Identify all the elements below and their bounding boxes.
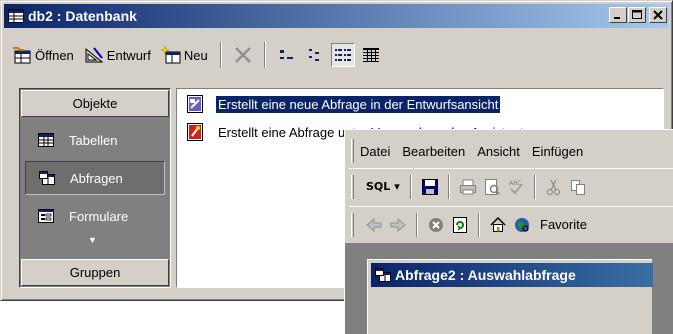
object-item-label: Abfragen <box>70 170 123 186</box>
toolbar-grip[interactable] <box>351 174 354 199</box>
list-view-icon <box>334 49 351 61</box>
new-button[interactable]: Neu <box>158 44 211 66</box>
cut-button[interactable] <box>544 177 564 197</box>
minimize-button[interactable] <box>609 7 627 23</box>
forward-button[interactable] <box>388 215 408 235</box>
object-item-forms[interactable]: Formulare <box>25 199 165 233</box>
form-icon <box>37 208 55 224</box>
save-icon <box>421 178 438 195</box>
mdi-client-area: Abfrage2 : Auswahlabfrage <box>345 243 673 334</box>
print-button[interactable] <box>458 177 478 197</box>
objects-header-label: Objekte <box>72 96 118 111</box>
web-toolbar: Favorite <box>349 206 673 242</box>
close-icon <box>653 10 663 20</box>
list-view-button[interactable] <box>330 43 355 67</box>
refresh-button[interactable] <box>450 215 470 235</box>
spelling-icon: ABC <box>509 180 523 195</box>
design-label: Entwurf <box>106 47 151 63</box>
db-titlebar[interactable]: db2 : Datenbank <box>4 4 669 28</box>
delete-button[interactable] <box>231 43 255 67</box>
query-toolbar: SQL ▾ ABC <box>349 168 673 204</box>
back-arrow-icon <box>366 217 382 232</box>
maximize-icon <box>632 10 642 19</box>
large-icons-view-button[interactable] <box>275 43 299 67</box>
toolbar-separator <box>478 212 480 237</box>
details-view-icon <box>362 48 379 62</box>
object-item-queries[interactable]: Abfragen <box>25 161 165 195</box>
open-button[interactable]: Öffnen <box>9 44 77 66</box>
copy-button[interactable] <box>568 177 588 197</box>
new-label: Neu <box>183 47 208 63</box>
toolbar-separator <box>219 42 222 68</box>
design-icon <box>84 46 104 64</box>
new-icon <box>160 45 181 64</box>
window-title: db2 : Datenbank <box>28 8 137 24</box>
toolbar-separator <box>447 174 450 199</box>
menu-bar: Datei Bearbeiten Ansicht Einfügen <box>349 134 673 168</box>
overlapping-application-window: Datei Bearbeiten Ansicht Einfügen SQL ▾ … <box>344 129 673 334</box>
open-icon <box>12 46 32 64</box>
forward-arrow-icon <box>390 217 406 232</box>
query-icon <box>375 268 391 282</box>
scroll-down-icon[interactable]: ▼ <box>88 235 97 245</box>
query-window-titlebar[interactable]: Abfrage2 : Auswahlabfrage <box>371 263 653 287</box>
toolbar-separator <box>533 174 536 199</box>
stop-icon <box>429 217 443 232</box>
cut-icon <box>546 179 560 195</box>
favorites-menu[interactable]: Favorite <box>540 217 587 232</box>
query-window: Abfrage2 : Auswahlabfrage <box>367 259 653 334</box>
groups-header-label: Gruppen <box>69 265 121 280</box>
globe-search-icon <box>515 217 529 232</box>
toolbar-separator <box>409 174 412 199</box>
design-button[interactable]: Entwurf <box>81 44 154 66</box>
home-button[interactable] <box>488 215 508 235</box>
maximize-button[interactable] <box>628 7 646 23</box>
object-item-label: Tabellen <box>69 132 118 148</box>
query-window-title: Abfrage2 : Auswahlabfrage <box>395 267 576 283</box>
list-item[interactable]: Erstellt eine neue Abfrage in der Entwur… <box>185 93 502 115</box>
menu-view[interactable]: Ansicht <box>477 144 520 159</box>
sql-view-button[interactable]: SQL ▾ <box>364 180 402 193</box>
list-item-label: Erstellt eine neue Abfrage in der Entwur… <box>214 94 502 114</box>
small-icons-icon <box>308 49 319 61</box>
spelling-button[interactable]: ABC <box>506 177 526 197</box>
wizard-query-icon <box>185 122 205 142</box>
copy-icon <box>570 179 585 195</box>
object-item-label: Formulare <box>69 208 129 224</box>
toolbar-separator <box>263 42 266 68</box>
details-view-button[interactable] <box>359 43 383 67</box>
print-preview-button[interactable] <box>482 177 502 197</box>
home-icon <box>490 216 506 232</box>
object-item-tables[interactable]: Tabellen <box>25 123 165 157</box>
toolbar-grip[interactable] <box>351 212 354 237</box>
open-label: Öffnen <box>35 47 74 63</box>
save-button[interactable] <box>420 177 440 197</box>
menu-edit[interactable]: Bearbeiten <box>402 144 465 159</box>
chevron-down-icon: ▾ <box>394 180 400 193</box>
database-icon <box>8 9 24 23</box>
toolbar-separator <box>416 212 418 237</box>
objects-bar: Objekte Tabellen Abfragen Formulare ▼ Gr… <box>19 88 171 288</box>
menu-insert[interactable]: Einfügen <box>532 144 583 159</box>
print-preview-icon <box>484 178 500 195</box>
design-view-query-icon <box>185 94 205 114</box>
refresh-icon <box>453 216 467 233</box>
large-icons-icon <box>279 50 293 59</box>
stop-button[interactable] <box>426 215 446 235</box>
query-icon <box>38 170 56 186</box>
minimize-icon <box>614 17 620 19</box>
sql-label: SQL <box>366 180 391 193</box>
table-icon <box>37 132 55 148</box>
groups-header-button[interactable]: Gruppen <box>21 259 169 286</box>
back-button[interactable] <box>364 215 384 235</box>
menu-file[interactable]: Datei <box>360 144 390 159</box>
db-toolbar: Öffnen Entwurf Neu <box>9 37 669 73</box>
delete-icon <box>234 47 251 63</box>
search-web-button[interactable] <box>512 215 532 235</box>
objects-header-button[interactable]: Objekte <box>21 90 169 117</box>
toolbar-grip[interactable] <box>351 139 354 163</box>
print-icon <box>459 179 476 194</box>
close-button[interactable] <box>649 7 667 23</box>
small-icons-view-button[interactable] <box>303 43 327 67</box>
